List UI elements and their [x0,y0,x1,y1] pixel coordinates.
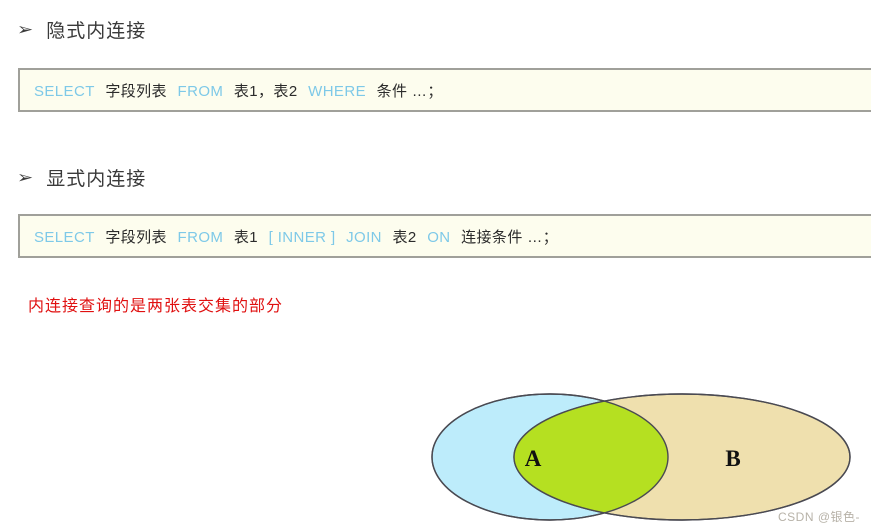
document-page: ➢ 隐式内连接 SELECT 字段列表 FROM 表1，表2 WHERE 条件 … [0,0,871,530]
code-line: SELECT 字段列表 FROM 表1 [ INNER ] JOIN 表2 ON… [34,226,564,247]
code-block-implicit-inner-join: SELECT 字段列表 FROM 表1，表2 WHERE 条件 …； [18,68,871,112]
sql-keyword-where: WHERE [308,82,366,100]
section-heading-label: 隐式内连接 [46,21,147,42]
venn-label-a: A [525,446,542,471]
sql-table-1: 表1 [233,228,259,246]
section-heading-implicit-inner-join: ➢ 隐式内连接 [16,16,147,43]
arrow-bullet-icon: ➢ [16,168,34,187]
sql-table-2: 表2 [392,228,417,246]
sql-condition: 条件 …； [376,82,443,100]
sql-keyword-inner-opt: [ INNER ] [268,228,336,246]
sql-keyword-on: ON [427,228,451,246]
sql-keyword-join: JOIN [346,228,382,246]
sql-field-list: 字段列表 [105,82,167,100]
sql-keyword-select: SELECT [34,228,95,246]
sql-keyword-from: FROM [177,82,224,100]
sql-keyword-from: FROM [177,228,224,246]
venn-label-b: B [725,446,740,471]
code-block-explicit-inner-join: SELECT 字段列表 FROM 表1 [ INNER ] JOIN 表2 ON… [18,214,871,258]
watermark-text: CSDN @银色- [778,510,861,524]
code-line: SELECT 字段列表 FROM 表1，表2 WHERE 条件 …； [34,80,449,101]
arrow-bullet-icon: ➢ [16,20,34,39]
note-text-inner-join-intersection: 内连接查询的是两张表交集的部分 [28,298,284,315]
sql-keyword-select: SELECT [34,82,95,100]
sql-join-condition: 连接条件 …； [461,228,559,246]
sql-table-list: 表1，表2 [233,82,298,100]
section-heading-explicit-inner-join: ➢ 显式内连接 [16,164,147,191]
sql-field-list: 字段列表 [105,228,167,246]
section-heading-label: 显式内连接 [46,169,147,190]
